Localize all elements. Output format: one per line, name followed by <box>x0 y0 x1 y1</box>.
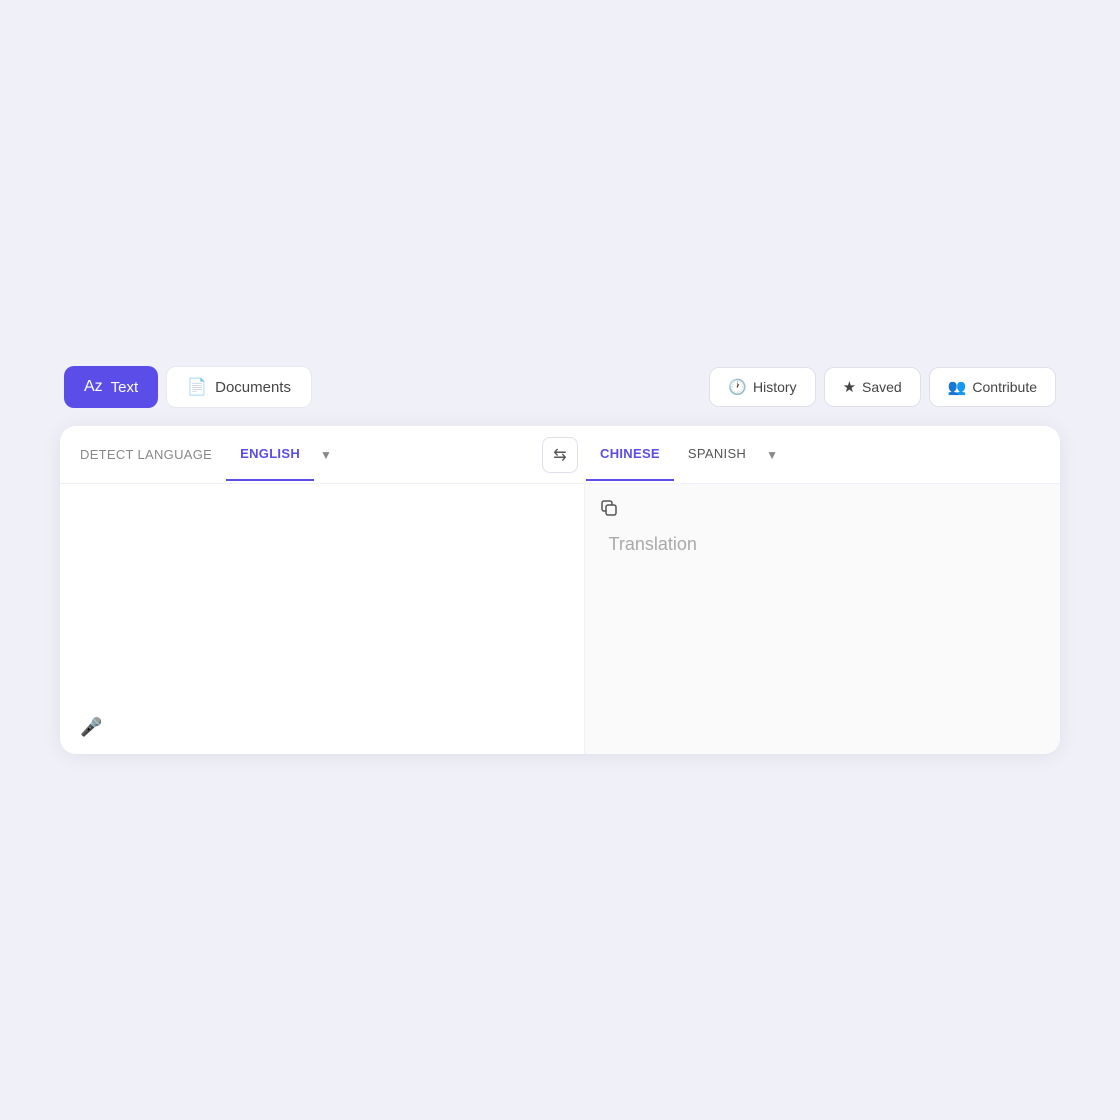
source-lang-english[interactable]: ENGLISH <box>226 428 314 481</box>
target-lang-dropdown[interactable]: ▼ <box>760 448 784 462</box>
source-input[interactable] <box>84 504 560 738</box>
saved-button[interactable]: ★ Saved <box>824 367 921 407</box>
source-lang-dropdown[interactable]: ▼ <box>314 448 338 462</box>
source-area: 🎤 <box>60 484 585 754</box>
microphone-button[interactable]: 🎤 <box>80 717 102 738</box>
tab-documents[interactable]: 📄 Documents <box>166 366 312 408</box>
saved-label: Saved <box>862 379 902 395</box>
translation-card: DETECT LANGUAGE ENGLISH ▼ ⇆ CHINESE SPAN… <box>60 426 1060 754</box>
copy-icon <box>599 502 619 522</box>
tab-text-label: Text <box>111 379 139 396</box>
history-label: History <box>753 379 797 395</box>
app-container: Az Text 📄 Documents 🕐 History ★ Saved 👥 … <box>60 346 1060 774</box>
left-tabs: Az Text 📄 Documents <box>64 366 312 408</box>
people-icon: 👥 <box>948 378 967 396</box>
chevron-down-icon: ▼ <box>320 448 332 462</box>
top-bar: Az Text 📄 Documents 🕐 History ★ Saved 👥 … <box>60 366 1060 408</box>
contribute-label: Contribute <box>972 379 1037 395</box>
tab-documents-label: Documents <box>215 379 291 396</box>
contribute-button[interactable]: 👥 Contribute <box>929 367 1056 407</box>
lang-bar: DETECT LANGUAGE ENGLISH ▼ ⇆ CHINESE SPAN… <box>60 426 1060 484</box>
swap-icon: ⇆ <box>553 445 566 465</box>
target-lang-spanish[interactable]: SPANISH <box>674 428 760 481</box>
right-actions: 🕐 History ★ Saved 👥 Contribute <box>709 367 1056 407</box>
target-lang-section: CHINESE SPANISH ▼ <box>586 428 1040 481</box>
source-lang-section: DETECT LANGUAGE ENGLISH ▼ <box>80 428 534 481</box>
target-lang-chinese[interactable]: CHINESE <box>586 428 674 481</box>
detect-language-option[interactable]: DETECT LANGUAGE <box>80 447 226 462</box>
tab-text[interactable]: Az Text <box>64 366 158 408</box>
text-areas: 🎤 Translation <box>60 484 1060 754</box>
swap-languages-button[interactable]: ⇆ <box>542 437 578 473</box>
text-translate-icon: Az <box>84 378 103 396</box>
documents-icon: 📄 <box>187 377 207 397</box>
translation-placeholder: Translation <box>609 534 697 555</box>
microphone-icon: 🎤 <box>80 717 102 737</box>
history-icon: 🕐 <box>728 378 747 396</box>
copy-button[interactable] <box>599 498 619 523</box>
target-area: Translation <box>585 484 1061 754</box>
chevron-down-icon-target: ▼ <box>766 448 778 462</box>
star-icon: ★ <box>843 378 856 396</box>
history-button[interactable]: 🕐 History <box>709 367 815 407</box>
